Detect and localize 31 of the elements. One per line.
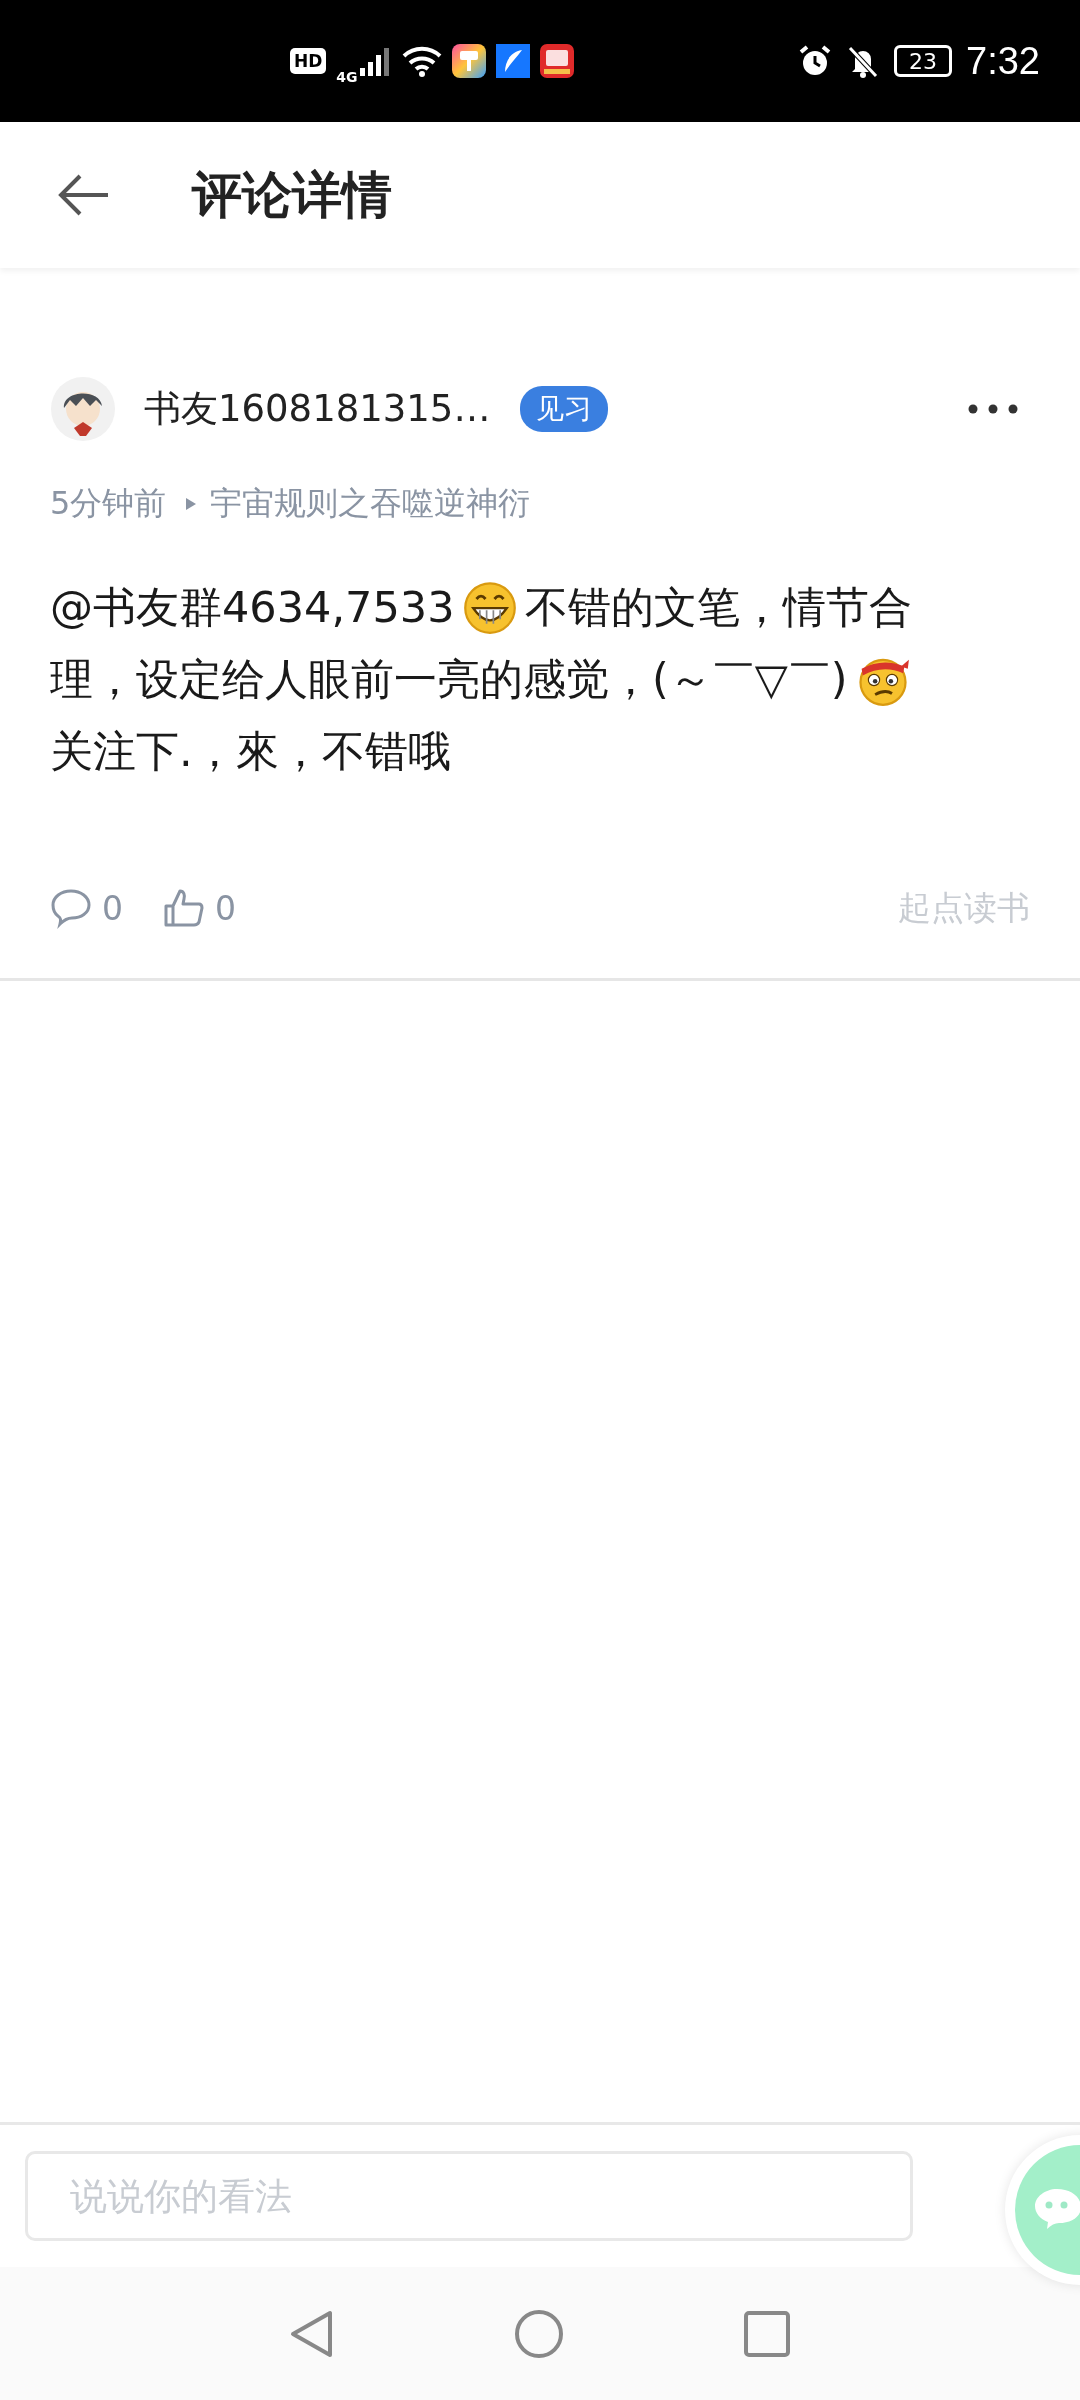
reply-count-button[interactable]: 0: [50, 887, 123, 929]
battery-level: 23: [909, 48, 938, 74]
page-title: 评论详情: [192, 164, 392, 226]
comment-text: 关注下.，來，不错哦: [50, 725, 451, 778]
comment-icon: [50, 887, 92, 929]
user-name[interactable]: 书友1608181315…: [144, 384, 491, 434]
post-time: 5分钟前: [50, 483, 167, 524]
signal-icon: [359, 46, 392, 76]
book-link[interactable]: 宇宙规则之吞噬逆神衍: [210, 482, 531, 526]
comment-text: 不错的文笔，情节合: [524, 581, 912, 634]
triangle-icon: [186, 498, 197, 510]
comment-text: 理，设定给人眼前一亮的感觉，(～￣▽￣): [50, 653, 848, 706]
brush-app-icon: [451, 44, 486, 78]
home-nav-icon[interactable]: [514, 2308, 564, 2359]
grinning-emoji-icon: [462, 581, 517, 635]
clock: 7:32: [966, 39, 1040, 83]
alarm-icon: [798, 44, 833, 78]
app-icon: [539, 44, 574, 78]
more-icon: [968, 404, 1018, 414]
network-type: 4G: [336, 69, 358, 85]
hd-indicator: HD: [290, 48, 327, 74]
level-badge: 见习: [520, 386, 609, 432]
recents-nav-icon[interactable]: [744, 2310, 790, 2357]
back-nav-icon[interactable]: [290, 2309, 334, 2358]
wifi-icon: [401, 45, 442, 77]
back-icon: [58, 173, 110, 217]
feather-app-icon: [495, 44, 530, 78]
comment-text: @书友群4634,7533: [50, 581, 455, 634]
thumbs-up-icon: [163, 887, 205, 929]
like-button[interactable]: 0: [163, 887, 236, 929]
avatar: [50, 376, 116, 442]
